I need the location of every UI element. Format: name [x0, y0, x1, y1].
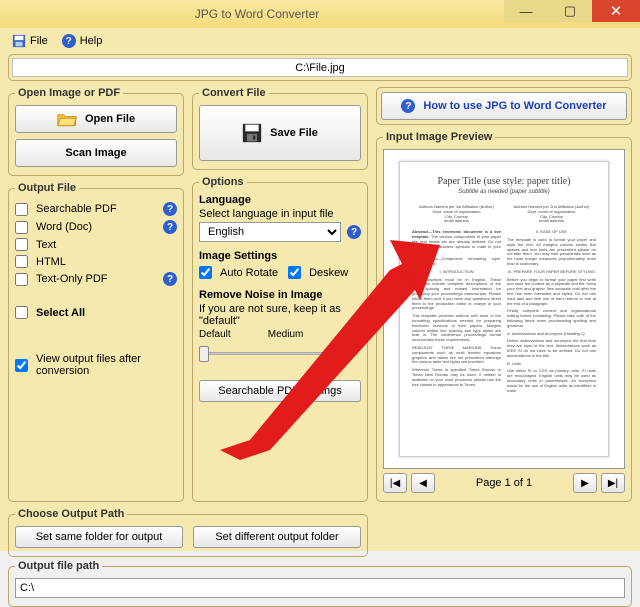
image-settings-label: Image Settings: [199, 250, 361, 262]
noise-label: Remove Noise in Image: [199, 289, 361, 301]
convert-file-legend: Convert File: [199, 87, 269, 99]
choose-output-path-legend: Choose Output Path: [15, 508, 127, 520]
open-image-group: Open Image or PDF Open File Scan Image: [8, 87, 184, 176]
checkbox-textonly-pdf[interactable]: [15, 273, 28, 286]
floppy-icon: [12, 34, 26, 48]
checkbox-text[interactable]: [15, 238, 28, 251]
checkbox-auto-rotate[interactable]: [199, 266, 212, 279]
howto-button[interactable]: ? How to use JPG to Word Converter: [381, 92, 627, 120]
paper-title: Paper Title (use style: paper title): [412, 176, 596, 187]
same-folder-button[interactable]: Set same folder for output: [15, 526, 183, 548]
howto-label: How to use JPG to Word Converter: [423, 100, 606, 112]
preview-legend: Input Image Preview: [383, 131, 495, 143]
options-group: Options Language Select language in inpu…: [192, 176, 368, 502]
options-legend: Options: [199, 176, 247, 188]
floppy-icon: [242, 123, 262, 143]
preview-group: Input Image Preview Paper Title (use sty…: [376, 131, 632, 502]
help-icon: ?: [401, 99, 415, 113]
pager: |◀ ◀ Page 1 of 1 ▶ ▶|: [383, 473, 625, 493]
select-all-row[interactable]: Select All: [15, 304, 177, 321]
open-file-button[interactable]: Open File: [15, 105, 177, 133]
output-file-group: Output File Searchable PDF? Word (Doc)? …: [8, 182, 184, 502]
output-item-html[interactable]: HTML: [15, 253, 177, 270]
deskew-row[interactable]: Deskew: [288, 264, 348, 281]
save-file-button[interactable]: Save File: [199, 105, 361, 161]
output-item-textonly-pdf[interactable]: Text-Only PDF?: [15, 270, 177, 288]
menu-help-label: Help: [80, 35, 103, 47]
menu-file-label: File: [30, 35, 48, 47]
language-hint: Select language in input file: [199, 208, 361, 220]
checkbox-deskew[interactable]: [288, 266, 301, 279]
noise-level-high: High: [340, 329, 361, 340]
window-title: JPG to Word Converter: [10, 7, 504, 21]
choose-output-path-group: Choose Output Path Set same folder for o…: [8, 508, 368, 557]
noise-level-medium: Medium: [268, 329, 304, 340]
first-page-button[interactable]: |◀: [383, 473, 407, 493]
language-select[interactable]: English: [199, 222, 341, 242]
checkbox-word[interactable]: [15, 221, 28, 234]
help-icon[interactable]: ?: [163, 202, 177, 216]
help-icon[interactable]: ?: [163, 272, 177, 286]
output-file-path-group: Output file path: [8, 560, 632, 607]
menu-help[interactable]: ? Help: [62, 34, 103, 48]
open-image-legend: Open Image or PDF: [15, 87, 123, 99]
howto-panel: ? How to use JPG to Word Converter: [376, 87, 632, 125]
menu-file[interactable]: File: [12, 34, 48, 48]
prev-page-button[interactable]: ◀: [411, 473, 435, 493]
file-path-panel: C:\File.jpg: [8, 54, 632, 81]
close-button[interactable]: ✕: [592, 0, 640, 22]
minimize-button[interactable]: —: [504, 0, 548, 22]
preview-document: Paper Title (use style: paper title) Sub…: [399, 161, 609, 457]
slider-thumb[interactable]: [199, 346, 209, 362]
checkbox-searchable-pdf[interactable]: [15, 203, 28, 216]
menu-bar: File ? Help: [8, 32, 632, 54]
help-icon[interactable]: ?: [347, 225, 361, 239]
scan-image-label: Scan Image: [65, 147, 126, 159]
view-after-row[interactable]: View output files after conversion: [15, 351, 177, 379]
noise-level-default: Default: [199, 329, 231, 340]
checkbox-html[interactable]: [15, 255, 28, 268]
open-file-label: Open File: [85, 113, 135, 125]
noise-slider[interactable]: [199, 344, 361, 362]
output-file-path-input[interactable]: [15, 578, 625, 598]
preview-box: Paper Title (use style: paper title) Sub…: [383, 149, 625, 469]
help-icon: ?: [62, 34, 76, 48]
output-file-legend: Output File: [15, 182, 79, 194]
different-folder-button[interactable]: Set different output folder: [193, 526, 361, 548]
last-page-button[interactable]: ▶|: [601, 473, 625, 493]
output-item-text[interactable]: Text: [15, 236, 177, 253]
checkbox-view-after[interactable]: [15, 359, 28, 372]
title-bar: JPG to Word Converter — ▢ ✕: [0, 0, 640, 28]
convert-file-group: Convert File Save File: [192, 87, 368, 170]
searchable-pdf-settings-button[interactable]: Searchable PDF Settings: [199, 380, 361, 402]
scan-image-button[interactable]: Scan Image: [15, 139, 177, 167]
checkbox-select-all[interactable]: [15, 306, 28, 319]
maximize-button[interactable]: ▢: [548, 0, 592, 22]
language-label: Language: [199, 194, 361, 206]
page-label: Page 1 of 1: [439, 477, 569, 489]
folder-open-icon: [57, 111, 77, 127]
file-path-display: C:\File.jpg: [12, 58, 628, 77]
next-page-button[interactable]: ▶: [573, 473, 597, 493]
save-file-label: Save File: [270, 127, 318, 139]
paper-subtitle: Subtitle as needed (paper subtitle): [412, 189, 596, 195]
auto-rotate-row[interactable]: Auto Rotate: [199, 264, 278, 281]
noise-hint: If you are not sure, keep it as "default…: [199, 303, 361, 327]
output-item-word[interactable]: Word (Doc)?: [15, 218, 177, 236]
help-icon[interactable]: ?: [163, 220, 177, 234]
output-file-path-legend: Output file path: [15, 560, 102, 572]
output-item-searchable-pdf[interactable]: Searchable PDF?: [15, 200, 177, 218]
